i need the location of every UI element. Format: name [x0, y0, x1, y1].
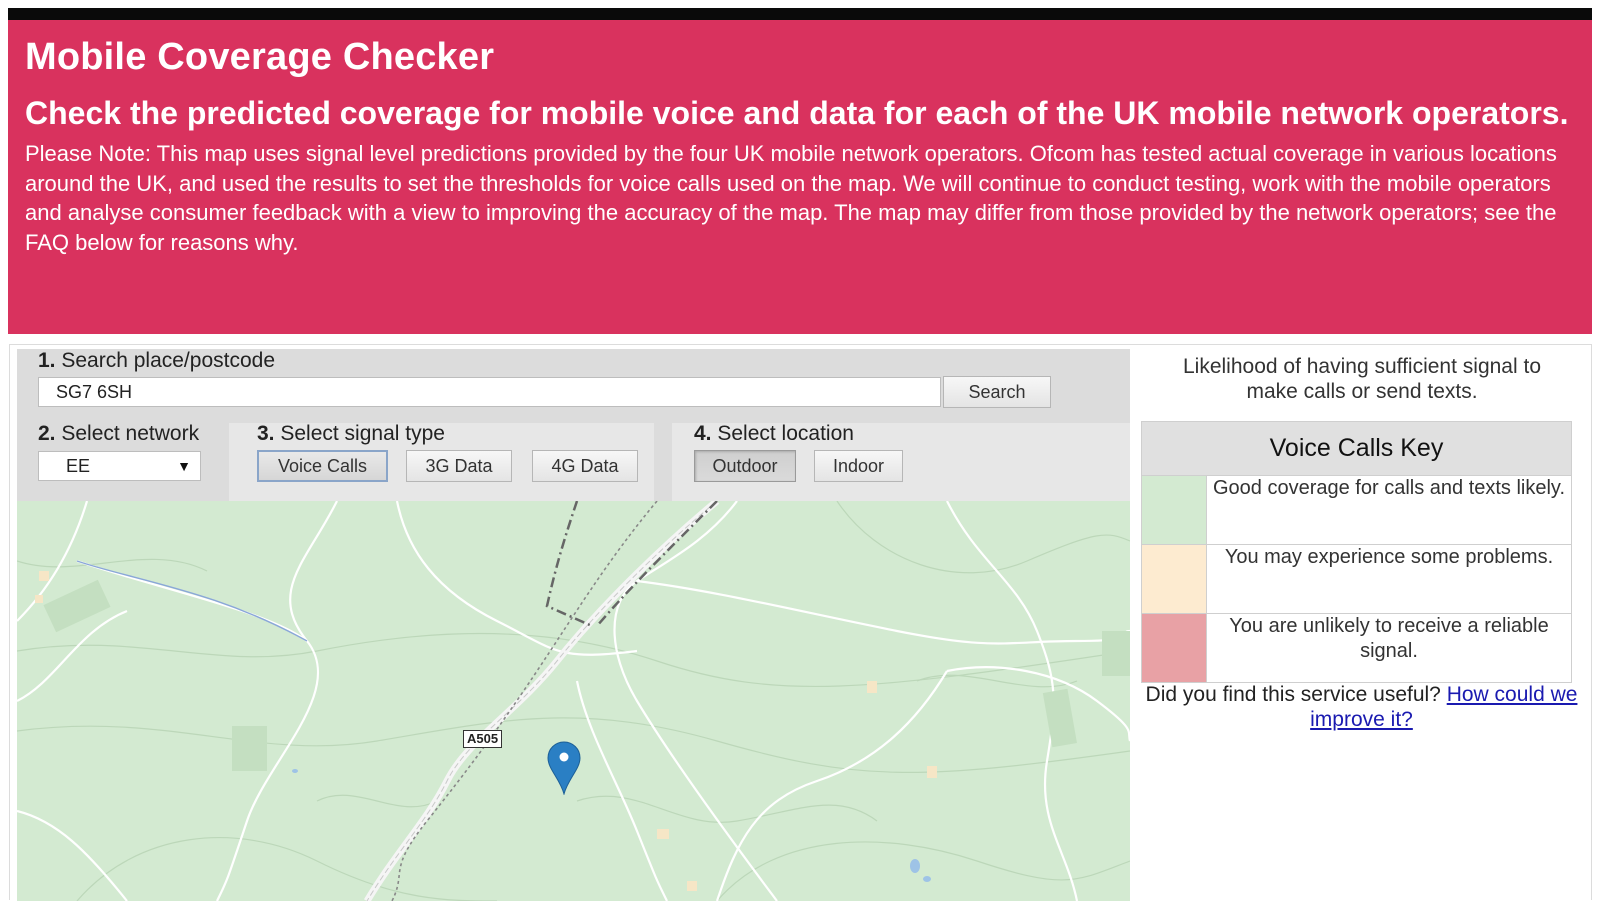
4g-data-button[interactable]: 4G Data — [532, 450, 638, 482]
3g-data-button[interactable]: 3G Data — [406, 450, 512, 482]
map-pin-icon[interactable] — [547, 741, 581, 795]
key-row-unlikely: You are unlikely to receive a reliable s… — [1141, 613, 1572, 683]
map-canvas[interactable] — [17, 501, 1130, 901]
coverage-key-panel: Likelihood of having sufficient signal t… — [1130, 345, 1593, 901]
indoor-button[interactable]: Indoor — [814, 450, 903, 482]
page-title: Mobile Coverage Checker — [25, 36, 495, 78]
feedback-question: Did you find this service useful? — [1145, 683, 1441, 706]
search-button[interactable]: Search — [943, 376, 1051, 408]
red-swatch — [1141, 613, 1207, 683]
coverage-map[interactable]: A505 — [17, 501, 1130, 901]
please-note-text: Please Note: This map uses signal level … — [25, 141, 1557, 255]
chevron-down-icon: ▼ — [177, 458, 191, 474]
search-controls: 1. Search place/postcode Search 2. Selec… — [17, 349, 1130, 501]
postcode-search-input[interactable] — [38, 377, 941, 407]
key-row-some-problems-text: You may experience some problems. — [1206, 544, 1572, 614]
voice-calls-button[interactable]: Voice Calls — [257, 450, 388, 482]
network-selected-value: EE — [66, 456, 91, 476]
page-subtitle: Check the predicted coverage for mobile … — [25, 95, 1569, 131]
signal-step-label: 3. Select signal type — [257, 422, 445, 445]
key-title: Voice Calls Key — [1141, 421, 1572, 476]
key-row-some-problems: You may experience some problems. — [1141, 544, 1572, 614]
voice-calls-key-table: Voice Calls Key Good coverage for calls … — [1141, 421, 1572, 683]
key-row-good: Good coverage for calls and texts likely… — [1141, 475, 1572, 545]
top-black-bar — [8, 8, 1592, 20]
location-step-label: 4. Select location — [694, 422, 854, 445]
key-intro-text: Likelihood of having sufficient signal t… — [1182, 355, 1541, 403]
amber-swatch — [1141, 544, 1207, 614]
header-banner: Mobile Coverage Checker Check the predic… — [8, 20, 1592, 334]
search-step-label: 1. Search place/postcode — [38, 349, 275, 372]
green-swatch — [1141, 475, 1207, 545]
key-row-unlikely-text: You are unlikely to receive a reliable s… — [1206, 613, 1572, 683]
network-select[interactable]: EE ▼ — [38, 451, 201, 481]
network-step-label: 2. Select network — [38, 422, 200, 445]
coverage-app: 1. Search place/postcode Search 2. Selec… — [9, 344, 1593, 901]
feedback-text: Did you find this service useful? How co… — [1130, 682, 1593, 732]
outdoor-button[interactable]: Outdoor — [694, 450, 796, 482]
key-row-good-text: Good coverage for calls and texts likely… — [1206, 475, 1572, 545]
road-label-a505: A505 — [463, 730, 503, 748]
